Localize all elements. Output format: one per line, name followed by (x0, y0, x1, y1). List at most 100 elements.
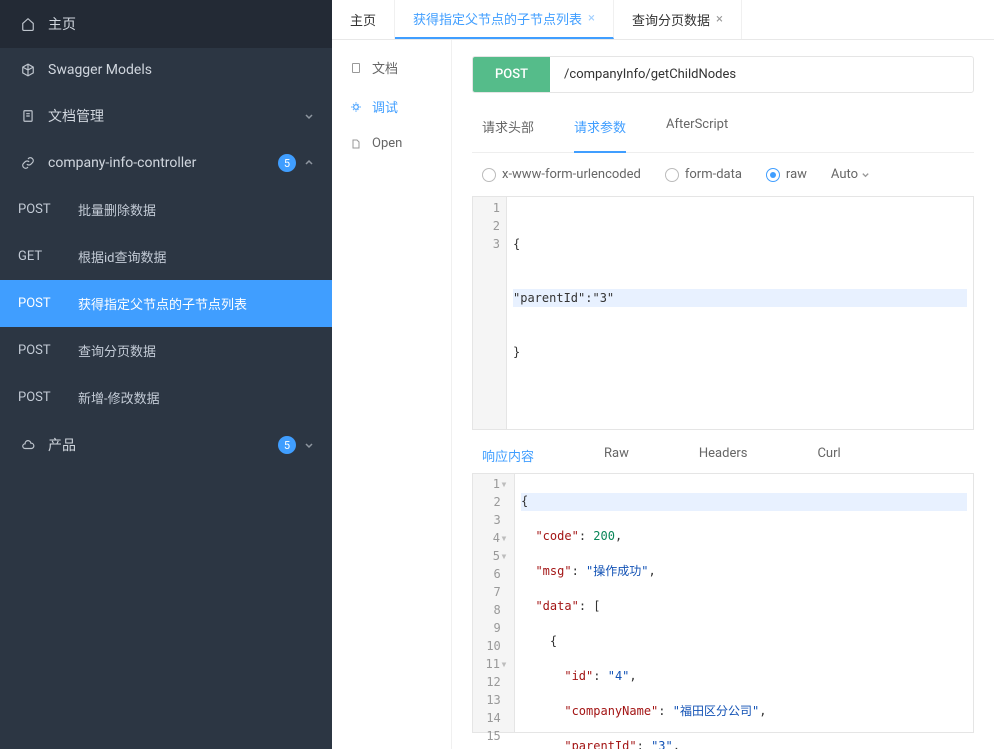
count-badge: 5 (278, 436, 296, 454)
http-method: POST (18, 343, 78, 358)
chevron-down-icon (304, 440, 314, 450)
code-line: } (513, 343, 967, 361)
request-panel: POST /companyInfo/getChildNodes 请求头部 请求参… (452, 40, 994, 749)
radio-raw[interactable]: raw (766, 167, 807, 182)
select-label: Auto (831, 167, 858, 182)
chevron-down-icon (861, 170, 870, 179)
sidebar-item-product[interactable]: 产品 5 (0, 421, 332, 469)
endpoint-item[interactable]: GET 根据id查询数据 (0, 233, 332, 280)
content-type-select[interactable]: Auto (831, 167, 870, 182)
line-gutter: 1▾2 3 4▾ 5▾6 7 8 9 10 11▾12 13 14 15 16 … (473, 474, 515, 732)
main-area: 主页 获得指定父节点的子节点列表 × 查询分页数据 × 文档 调试 Open POS… (332, 0, 994, 749)
endpoint-label: 查询分页数据 (78, 341, 156, 360)
sidebar-label: 产品 (48, 435, 76, 455)
nav-open[interactable]: Open (332, 126, 451, 161)
detail-nav: 文档 调试 Open (332, 40, 452, 749)
resp-tab-raw[interactable]: Raw (604, 446, 629, 465)
chevron-up-icon (304, 158, 314, 168)
sidebar-item-controller[interactable]: company-info-controller 5 (0, 140, 332, 186)
tab-item[interactable]: 查询分页数据 × (614, 0, 742, 39)
code-line: "code": 200, (521, 528, 967, 546)
close-icon[interactable]: × (716, 12, 723, 27)
response-body-editor[interactable]: 1▾2 3 4▾ 5▾6 7 8 9 10 11▾12 13 14 15 16 … (472, 473, 974, 733)
nav-label: Open (372, 136, 402, 151)
endpoint-item[interactable]: POST 查询分页数据 (0, 327, 332, 374)
code-line: "parentId": "3", (521, 738, 967, 749)
nav-doc[interactable]: 文档 (332, 48, 451, 87)
url-input[interactable]: /companyInfo/getChildNodes (550, 57, 973, 92)
response-tabs: 响应内容 Raw Headers Curl (472, 430, 974, 473)
sidebar-label: Swagger Models (48, 62, 152, 78)
http-method: POST (18, 296, 78, 311)
nav-debug[interactable]: 调试 (332, 87, 451, 126)
document-icon (18, 109, 38, 123)
radio-circle-icon (482, 168, 496, 182)
nav-label: 文档 (372, 58, 398, 77)
code-line: "data": [ (521, 598, 967, 616)
sidebar-label: 文档管理 (48, 106, 104, 126)
link-icon (18, 156, 38, 170)
body-type-row: x-www-form-urlencoded form-data raw Auto (472, 153, 974, 196)
tab-label: 获得指定父节点的子节点列表 (413, 9, 582, 28)
code-line: "companyName": "福田区分公司", (521, 703, 967, 721)
line-gutter: 123 (473, 197, 507, 429)
sidebar-item-doc-mgmt[interactable]: 文档管理 (0, 92, 332, 140)
code-area[interactable]: { "code": 200, "msg": "操作成功", "data": [ … (515, 474, 973, 732)
subtab-params[interactable]: 请求参数 (574, 111, 626, 153)
radio-form-data[interactable]: form-data (665, 167, 742, 182)
code-area[interactable]: { "parentId":"3" } (507, 197, 973, 429)
code-line: { (521, 493, 967, 511)
endpoint-label: 根据id查询数据 (78, 247, 167, 266)
sidebar-item-home[interactable]: 主页 (0, 0, 332, 48)
open-icon (348, 137, 364, 151)
bug-icon (348, 100, 364, 114)
radio-form-urlencoded[interactable]: x-www-form-urlencoded (482, 167, 641, 182)
endpoint-item[interactable]: POST 批量删除数据 (0, 186, 332, 233)
chevron-down-icon (304, 111, 314, 121)
radio-circle-icon (766, 168, 780, 182)
file-icon (348, 61, 364, 75)
resp-tab-body[interactable]: 响应内容 (482, 446, 534, 465)
resp-tab-curl[interactable]: Curl (817, 446, 840, 465)
cube-icon (18, 63, 38, 77)
endpoint-label: 批量删除数据 (78, 200, 156, 219)
tab-label: 查询分页数据 (632, 10, 710, 29)
radio-label: raw (786, 167, 807, 182)
home-icon (18, 17, 38, 31)
endpoint-label: 新增-修改数据 (78, 388, 160, 407)
endpoint-item[interactable]: POST 新增-修改数据 (0, 374, 332, 421)
endpoint-item[interactable]: POST 获得指定父节点的子节点列表 (0, 280, 332, 327)
http-method: GET (18, 249, 78, 264)
endpoint-label: 获得指定父节点的子节点列表 (78, 294, 247, 313)
sidebar-label: 主页 (48, 14, 76, 34)
cloud-icon (18, 438, 38, 452)
resp-tab-headers[interactable]: Headers (699, 446, 748, 465)
subtab-afterscript[interactable]: AfterScript (666, 111, 728, 142)
tab-active[interactable]: 获得指定父节点的子节点列表 × (395, 0, 614, 39)
subtab-headers[interactable]: 请求头部 (482, 111, 534, 142)
sidebar-label: company-info-controller (48, 155, 196, 171)
tab-label: 主页 (350, 10, 376, 29)
tab-home[interactable]: 主页 (332, 0, 395, 39)
http-method: POST (18, 390, 78, 405)
content-area: 文档 调试 Open POST /companyInfo/getChildNod… (332, 40, 994, 749)
radio-label: x-www-form-urlencoded (502, 167, 641, 182)
radio-circle-icon (665, 168, 679, 182)
count-badge: 5 (278, 154, 296, 172)
radio-label: form-data (685, 167, 742, 182)
request-subtabs: 请求头部 请求参数 AfterScript (472, 111, 974, 153)
code-line: { (521, 633, 967, 651)
close-icon[interactable]: × (588, 11, 595, 26)
http-method: POST (18, 202, 78, 217)
request-body-editor[interactable]: 123 { "parentId":"3" } (472, 196, 974, 430)
method-badge[interactable]: POST (473, 57, 550, 92)
url-row: POST /companyInfo/getChildNodes (472, 56, 974, 93)
code-line: "parentId":"3" (513, 289, 967, 307)
code-line: "id": "4", (521, 668, 967, 686)
code-line: { (513, 235, 967, 253)
tab-bar: 主页 获得指定父节点的子节点列表 × 查询分页数据 × (332, 0, 994, 40)
sidebar: 主页 Swagger Models 文档管理 company-info-cont… (0, 0, 332, 749)
code-line: "msg": "操作成功", (521, 563, 967, 581)
sidebar-item-swagger[interactable]: Swagger Models (0, 48, 332, 92)
nav-label: 调试 (372, 97, 398, 116)
